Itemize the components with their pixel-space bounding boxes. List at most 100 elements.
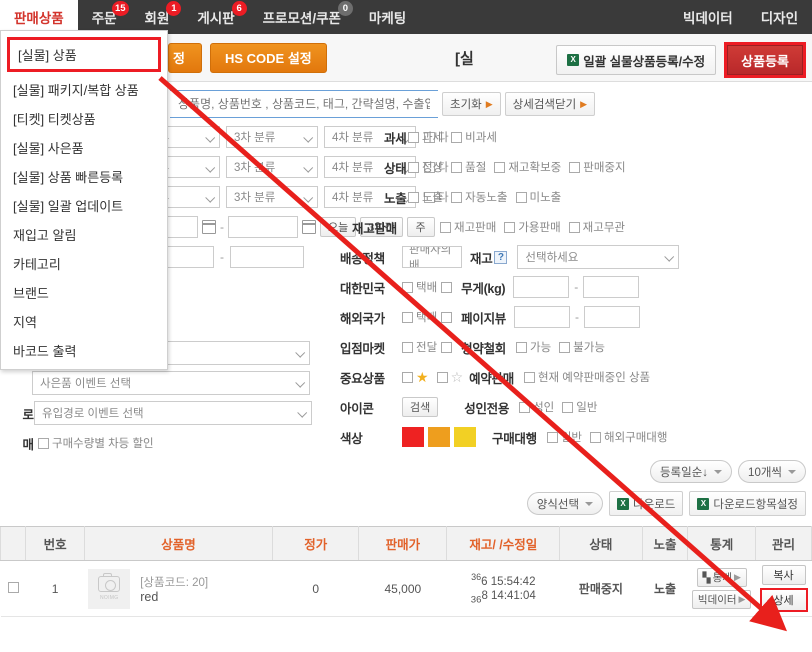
dropdown-item-bulk-update[interactable]: [실물] 일괄 업데이트 — [1, 191, 167, 220]
hscode-setting-button[interactable]: HS CODE 설정 — [210, 43, 327, 73]
tax-option-checkbox-1[interactable] — [451, 132, 462, 143]
nav-item-members[interactable]: 회원 1 — [131, 0, 184, 34]
bulk-product-register-button[interactable]: X 일괄 실물상품등록/수정 — [556, 45, 716, 75]
dropdown-item-ticket-product[interactable]: [티켓] 티켓상품 — [1, 104, 167, 133]
category3-select-1[interactable]: 3차 분류 — [226, 126, 318, 148]
status-option-checkbox-3[interactable] — [569, 162, 580, 173]
dropdown-item-restock-alert[interactable]: 재입고 알림 — [1, 220, 167, 249]
reserve-option-label: 현재 예약판매중인 상품 — [538, 369, 650, 385]
adult-option-checkbox-0[interactable] — [519, 402, 530, 413]
th-list-price[interactable]: 정가 — [273, 527, 359, 561]
qty-discount-checkbox[interactable] — [38, 438, 49, 449]
weight-to-input[interactable] — [583, 276, 639, 298]
chevron-down-icon — [585, 502, 593, 506]
per-page-dropdown[interactable]: 10개씩 — [738, 460, 806, 483]
agent-option-label-1: 해외구매대행 — [604, 429, 667, 445]
product-name[interactable]: red — [140, 590, 208, 604]
korea-option-checkbox-1[interactable] — [441, 282, 452, 293]
agent-option-checkbox-1[interactable] — [590, 432, 601, 443]
category3-select-2[interactable]: 3차 분류 — [226, 156, 318, 178]
tax-option-checkbox-0[interactable] — [408, 132, 419, 143]
exposure-option-checkbox-2[interactable] — [516, 192, 527, 203]
nav-item-board[interactable]: 게시판 6 — [183, 0, 248, 34]
th-product-name[interactable]: 상품명 — [84, 527, 273, 561]
th-stock-modified[interactable]: 재고/ /수정일 — [447, 527, 560, 561]
pageview-to-input[interactable] — [584, 306, 640, 328]
row-exposure: 노출 — [642, 561, 688, 617]
date-to-input[interactable] — [228, 216, 298, 238]
market-option-checkbox-1[interactable] — [441, 342, 452, 353]
nav-item-products[interactable]: 판매상품 — [0, 0, 78, 34]
nav-item-design[interactable]: 디자인 — [747, 0, 812, 34]
copy-button[interactable]: 복사 — [762, 565, 806, 585]
form-select-dropdown[interactable]: 양식선택 — [527, 492, 603, 515]
exposure-option-checkbox-1[interactable] — [451, 192, 462, 203]
weight-from-input[interactable] — [513, 276, 569, 298]
important-checkbox-1[interactable] — [437, 372, 448, 383]
important-checkbox-0[interactable] — [402, 372, 413, 383]
nav-item-marketing[interactable]: 마케팅 — [355, 0, 420, 34]
nav-item-bigdata[interactable]: 빅데이터 — [669, 0, 747, 34]
nav-item-promotion[interactable]: 프로모션/쿠폰 0 — [249, 0, 355, 34]
close-detail-search-button[interactable]: 상세검색닫기 ▶ — [505, 92, 595, 116]
overseas-option-checkbox-1[interactable] — [441, 312, 452, 323]
dropdown-item-region[interactable]: 지역 — [1, 307, 167, 336]
adult-option-label-1: 일반 — [576, 399, 597, 415]
dropdown-item-gift-product[interactable]: [실물] 사은품 — [1, 133, 167, 162]
search-input[interactable] — [170, 90, 438, 118]
nav-badge-board: 6 — [232, 1, 247, 16]
calendar-icon[interactable] — [202, 220, 216, 234]
cancel-option-checkbox-0[interactable] — [516, 342, 527, 353]
stocksale-option-checkbox-0[interactable] — [440, 222, 451, 233]
agent-option-checkbox-0[interactable] — [547, 432, 558, 443]
nav-label: 빅데이터 — [683, 7, 733, 27]
dropdown-item-barcode-print[interactable]: 바코드 출력 — [1, 336, 167, 365]
pageview-from-input[interactable] — [514, 306, 570, 328]
nav-badge-members: 1 — [166, 1, 181, 16]
help-icon[interactable]: ? — [494, 251, 507, 264]
overseas-option-checkbox-0[interactable] — [402, 312, 413, 323]
exposure-option-checkbox-0[interactable] — [408, 192, 419, 203]
calendar-icon[interactable] — [302, 220, 316, 234]
adult-option-checkbox-1[interactable] — [562, 402, 573, 413]
range-to-input[interactable] — [230, 246, 304, 268]
status-option-checkbox-1[interactable] — [451, 162, 462, 173]
row-select-checkbox[interactable] — [8, 582, 19, 593]
bigdata-button[interactable]: 빅데이터 ▶ — [692, 590, 752, 609]
inflow-event-select[interactable]: 유입경로 이벤트 선택 — [34, 401, 312, 425]
download-button[interactable]: X 다운로드 — [609, 491, 683, 516]
market-option-checkbox-0[interactable] — [402, 342, 413, 353]
cancel-option-checkbox-1[interactable] — [559, 342, 570, 353]
stocksale-option-checkbox-1[interactable] — [504, 222, 515, 233]
row-stock-modified-cell: 366 15:54:42 368 14:41:04 — [447, 561, 560, 617]
reserve-checkbox[interactable] — [524, 372, 535, 383]
dropdown-item-package-product[interactable]: [실물] 패키지/복합 상품 — [1, 75, 167, 104]
dropdown-item-physical-product[interactable]: [실물] 상품 — [7, 37, 161, 72]
shipping-policy-input[interactable]: 판매자의 배 — [402, 246, 462, 268]
sort-order-dropdown[interactable]: 등록일순↓ — [650, 460, 732, 483]
status-option-checkbox-0[interactable] — [408, 162, 419, 173]
korea-option-checkbox-0[interactable] — [402, 282, 413, 293]
stock-select[interactable]: 선택하세요 — [517, 245, 679, 269]
download-toolbar: 양식선택 X 다운로드 X 다운로드항목설정 — [0, 483, 812, 526]
color-swatch-red[interactable] — [402, 427, 424, 447]
stocksale-option-checkbox-2[interactable] — [569, 222, 580, 233]
category3-select-3[interactable]: 3차 분류 — [226, 186, 318, 208]
dropdown-item-category[interactable]: 카테고리 — [1, 249, 167, 278]
dropdown-item-brand[interactable]: 브랜드 — [1, 278, 167, 307]
nav-item-orders[interactable]: 주문 15 — [78, 0, 131, 34]
exposure-filter-row: 노출 노출 자동노출 미노출 — [340, 184, 812, 210]
partial-orange-button[interactable]: 정 — [168, 43, 202, 73]
color-swatch-yellow[interactable] — [454, 427, 476, 447]
reset-button[interactable]: 초기화 ▶ — [442, 92, 501, 116]
gift-event-select[interactable]: 사은품 이벤트 선택 — [32, 371, 310, 395]
detail-button[interactable]: 상세 — [762, 590, 806, 610]
dropdown-item-quick-register[interactable]: [실물] 상품 빠른등록 — [1, 162, 167, 191]
icon-search-button[interactable]: 검색 — [402, 397, 438, 417]
status-option-checkbox-2[interactable] — [494, 162, 505, 173]
stats-button[interactable]: ▚ 통계 ▶ — [697, 568, 747, 587]
product-register-button[interactable]: 상품등록 — [727, 45, 803, 75]
color-swatch-orange[interactable] — [428, 427, 450, 447]
download-config-button[interactable]: X 다운로드항목설정 — [689, 491, 806, 516]
th-sell-price[interactable]: 판매가 — [359, 527, 447, 561]
